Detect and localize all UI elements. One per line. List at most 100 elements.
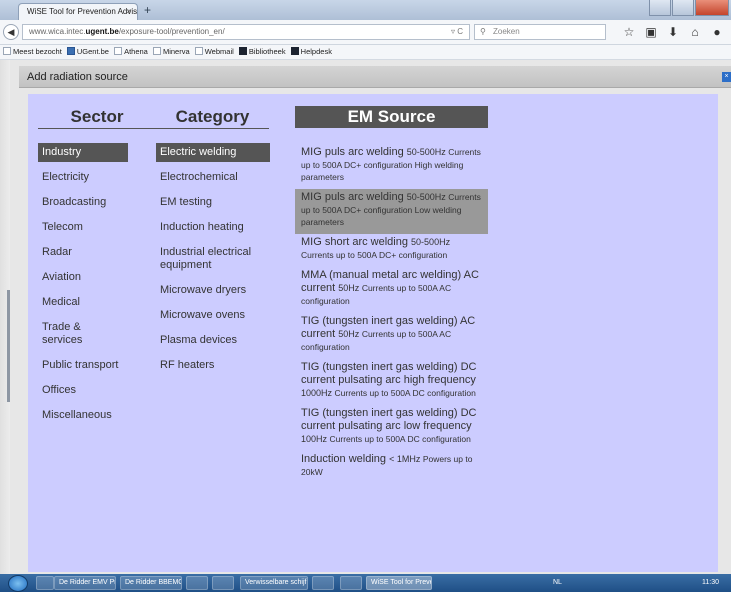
em-source-item[interactable]: MIG puls arc welding 50-500Hz Currents u… xyxy=(295,144,488,189)
bookmark-item[interactable]: Webmail xyxy=(194,45,234,59)
bookmark-icon xyxy=(3,47,11,55)
tab-close-icon[interactable]: × xyxy=(126,4,131,20)
home-icon[interactable]: ⌂ xyxy=(684,24,706,40)
em-source-item[interactable]: TIG (tungsten inert gas welding) DC curr… xyxy=(295,405,488,451)
em-source-item[interactable]: MIG puls arc welding 50-500Hz Currents u… xyxy=(295,189,488,234)
url-path: /exposure-tool/prevention_en/ xyxy=(118,27,225,36)
em-source-name: TIG (tungsten inert gas welding) DC curr… xyxy=(301,407,477,432)
sector-item[interactable]: Medical xyxy=(38,293,128,312)
em-source-header: EM Source xyxy=(295,106,488,128)
taskbar-item[interactable] xyxy=(340,576,362,590)
minimize-icon[interactable] xyxy=(649,0,671,16)
selection-panel: Sector Category EM Source Industry Electr… xyxy=(28,94,718,572)
back-arrow-icon[interactable]: ◀ xyxy=(3,24,19,40)
window-close-icon[interactable] xyxy=(695,0,729,16)
dialog-title-bar: Add radiation source × xyxy=(19,66,731,88)
em-source-frequency: 50-500Hz xyxy=(411,237,451,247)
browser-tab-title: WiSE Tool for Prevention Advis... xyxy=(27,7,138,16)
em-source-item[interactable]: Induction welding < 1MHz Powers up to 20… xyxy=(295,451,488,484)
clock: 11:30 xyxy=(702,579,719,586)
maximize-icon[interactable] xyxy=(672,0,694,16)
sector-item[interactable]: Telecom xyxy=(38,218,128,237)
bookmarks-menu-icon[interactable]: ▣ xyxy=(640,24,662,40)
search-icon: ⚲ xyxy=(480,27,486,36)
browser-tab[interactable]: WiSE Tool for Prevention Advis... × xyxy=(18,3,138,20)
taskbar-item[interactable] xyxy=(212,576,234,590)
sector-item[interactable]: Aviation xyxy=(38,268,128,287)
category-item[interactable]: Microwave ovens xyxy=(156,306,270,325)
taskbar-item[interactable]: Verwisselbare schijf... xyxy=(240,576,308,590)
address-bar[interactable]: www.wica.intec.ugent.be/exposure-tool/pr… xyxy=(22,24,470,40)
em-source-name: MIG short arc welding xyxy=(301,236,412,248)
category-item[interactable]: Induction heating xyxy=(156,218,270,237)
start-button[interactable] xyxy=(8,575,28,592)
sector-item[interactable]: Public transport xyxy=(38,356,128,375)
em-source-name: Induction welding xyxy=(301,453,390,465)
em-source-details: Currents up to 500A DC+ configuration xyxy=(301,250,448,260)
browser-tab-bar: WiSE Tool for Prevention Advis... × + xyxy=(0,0,731,20)
em-source-frequency: 50-500Hz xyxy=(406,147,449,157)
sector-item[interactable]: Electricity xyxy=(38,168,128,187)
em-source-name: MIG puls arc welding xyxy=(301,146,407,158)
url-domain: ugent.be xyxy=(85,27,119,36)
window-controls xyxy=(648,0,729,16)
tray-language[interactable]: NL xyxy=(553,576,562,590)
bookmark-icon xyxy=(194,47,203,55)
scroll-thumb[interactable] xyxy=(7,290,10,402)
category-item[interactable]: RF heaters xyxy=(156,356,270,375)
downloads-icon[interactable]: ⬇ xyxy=(662,24,684,40)
em-source-frequency: 1000Hz xyxy=(301,388,335,398)
chat-icon[interactable]: ● xyxy=(706,24,728,40)
bookmark-item[interactable]: Helpdesk xyxy=(290,45,332,59)
em-source-item[interactable]: TIG (tungsten inert gas welding) DC curr… xyxy=(295,359,488,405)
sector-header: Sector xyxy=(38,107,156,129)
reload-icon[interactable]: ▿ C xyxy=(451,25,463,39)
bookmark-item[interactable]: Athena xyxy=(114,45,148,59)
bookmark-icon xyxy=(238,47,247,55)
category-item[interactable]: EM testing xyxy=(156,193,270,212)
bookmark-item[interactable]: Minerva xyxy=(152,45,190,59)
category-item[interactable]: Plasma devices xyxy=(156,331,270,350)
em-source-name: MIG puls arc welding xyxy=(301,191,407,203)
em-source-frequency: < 1MHz xyxy=(389,454,423,464)
em-source-frequency: 50Hz xyxy=(338,283,362,293)
bookmark-item[interactable]: Bibliotheek xyxy=(238,45,286,59)
em-source-list: MIG puls arc welding 50-500Hz Currents u… xyxy=(295,144,488,484)
taskbar-item[interactable]: WiSE Tool for Preve... xyxy=(366,576,432,590)
url-prefix: www.wica.intec. xyxy=(29,27,86,36)
search-input[interactable]: ⚲ Zoeken xyxy=(474,24,606,40)
bookmark-item[interactable]: UGent.be xyxy=(66,45,109,59)
taskbar-item[interactable] xyxy=(186,576,208,590)
dialog-title: Add radiation source xyxy=(27,71,128,83)
em-source-item[interactable]: TIG (tungsten inert gas welding) AC curr… xyxy=(295,313,488,359)
em-source-item[interactable]: MMA (manual metal arc welding) AC curren… xyxy=(295,267,488,313)
em-source-frequency: 50Hz xyxy=(338,329,362,339)
bookmark-star-icon[interactable]: ☆ xyxy=(618,24,640,40)
category-header: Category xyxy=(156,107,269,129)
sector-item[interactable]: Industry xyxy=(38,143,128,162)
navigation-bar: ◀ www.wica.intec.ugent.be/exposure-tool/… xyxy=(0,20,731,45)
sector-item[interactable]: Miscellaneous xyxy=(38,406,128,425)
bookmark-item[interactable]: Meest bezocht xyxy=(3,45,62,59)
toolbar-icons: ☆ ▣ ⬇ ⌂ ● ≡ xyxy=(618,24,731,40)
category-item[interactable]: Electrochemical xyxy=(156,168,270,187)
new-tab-button[interactable]: + xyxy=(144,3,151,17)
taskbar-item[interactable]: De Ridder EMV Pro... xyxy=(54,576,116,590)
em-source-frequency: 100Hz xyxy=(301,434,330,444)
sector-item[interactable]: Radar xyxy=(38,243,128,262)
bookmark-icon xyxy=(152,47,161,55)
search-placeholder: Zoeken xyxy=(493,27,520,36)
em-source-details: Currents up to 500A DC configuration xyxy=(329,434,471,444)
sector-item[interactable]: Broadcasting xyxy=(38,193,128,212)
taskbar-item[interactable] xyxy=(36,576,54,590)
category-item[interactable]: Electric welding xyxy=(156,143,270,162)
taskbar-item[interactable]: De Ridder BBEMG 2... xyxy=(120,576,182,590)
em-source-frequency: 50-500Hz xyxy=(406,192,449,202)
sector-item[interactable]: Offices xyxy=(38,381,128,400)
taskbar-item[interactable] xyxy=(312,576,334,590)
em-source-item[interactable]: MIG short arc welding 50-500Hz Currents … xyxy=(295,234,488,267)
sector-item[interactable]: Trade & services xyxy=(38,318,108,350)
category-item[interactable]: Industrial electrical equipment xyxy=(156,243,270,275)
dialog-close-icon[interactable]: × xyxy=(722,72,731,82)
category-item[interactable]: Microwave dryers xyxy=(156,281,270,300)
